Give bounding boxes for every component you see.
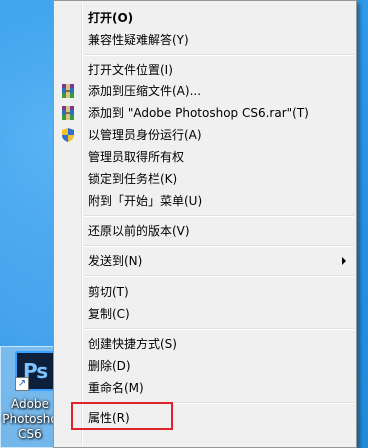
- menu-item-label: 删除(D): [88, 359, 131, 373]
- menu-item-add-to-rar[interactable]: 添加到 "Adobe Photoshop CS6.rar"(T): [56, 102, 354, 124]
- shortcut-arrow-icon: ↗: [15, 377, 29, 391]
- menu-item-label: 添加到压缩文件(A)...: [88, 84, 202, 98]
- menu-item-label: 还原以前的版本(V): [88, 224, 190, 238]
- menu-item-label: 重命名(M): [88, 381, 144, 395]
- menu-item-label: 锁定到任务栏(K): [88, 172, 178, 186]
- menu-item-label: 打开(O): [88, 11, 134, 25]
- menu-separator: [84, 54, 354, 56]
- context-menu: 打开(O) 兼容性疑难解答(Y) 打开文件位置(I) 添加到压缩文件(A)...…: [53, 0, 357, 448]
- desktop-icon-label-line: Photosho: [2, 412, 58, 426]
- menu-separator: [84, 275, 354, 277]
- winrar-icon: [62, 106, 74, 120]
- menu-item-cut[interactable]: 剪切(T): [56, 281, 354, 303]
- desktop-icon-label-line: Adobe: [11, 397, 49, 411]
- menu-item-label: 打开文件位置(I): [88, 63, 173, 77]
- menu-item-label: 创建快捷方式(S): [88, 337, 177, 351]
- menu-item-delete[interactable]: 删除(D): [56, 355, 354, 377]
- desktop-icon-label-line: CS6: [18, 427, 42, 441]
- menu-item-open[interactable]: 打开(O): [56, 7, 354, 29]
- menu-item-add-to-archive[interactable]: 添加到压缩文件(A)...: [56, 80, 354, 102]
- submenu-arrow-icon: [342, 257, 346, 265]
- uac-shield-icon: [62, 128, 74, 142]
- menu-item-label: 以管理员身份运行(A): [88, 128, 202, 142]
- menu-item-run-as-admin[interactable]: 以管理员身份运行(A): [56, 124, 354, 146]
- desktop-icon-photoshop[interactable]: Ps ↗ Adobe Photosho CS6: [0, 346, 60, 448]
- menu-item-label: 添加到 "Adobe Photoshop CS6.rar"(T): [88, 106, 309, 120]
- menu-item-label: 剪切(T): [88, 285, 129, 299]
- menu-item-take-ownership[interactable]: 管理员取得所有权: [56, 146, 354, 168]
- menu-item-label: 发送到(N): [88, 254, 143, 268]
- desktop-icon-label: Adobe Photosho CS6: [1, 397, 59, 442]
- menu-item-send-to[interactable]: 发送到(N): [56, 250, 354, 272]
- winrar-icon: [62, 84, 74, 98]
- menu-item-label: 复制(C): [88, 307, 130, 321]
- menu-item-pin-to-start[interactable]: 附到「开始」菜单(U): [56, 190, 354, 212]
- menu-item-label: 管理员取得所有权: [88, 150, 185, 164]
- menu-separator: [84, 215, 354, 217]
- menu-item-label: 兼容性疑难解答(Y): [88, 33, 189, 47]
- menu-item-pin-to-taskbar[interactable]: 锁定到任务栏(K): [56, 168, 354, 190]
- menu-item-restore-previous[interactable]: 还原以前的版本(V): [56, 220, 354, 242]
- menu-item-create-shortcut[interactable]: 创建快捷方式(S): [56, 333, 354, 355]
- menu-separator: [84, 245, 354, 247]
- menu-item-compat-troubleshoot[interactable]: 兼容性疑难解答(Y): [56, 29, 354, 51]
- menu-item-label: 附到「开始」菜单(U): [88, 194, 203, 208]
- menu-item-rename[interactable]: 重命名(M): [56, 377, 354, 399]
- menu-item-open-file-location[interactable]: 打开文件位置(I): [56, 59, 354, 81]
- highlight-annotation-box: [71, 402, 173, 430]
- menu-separator: [84, 328, 354, 330]
- menu-item-copy[interactable]: 复制(C): [56, 303, 354, 325]
